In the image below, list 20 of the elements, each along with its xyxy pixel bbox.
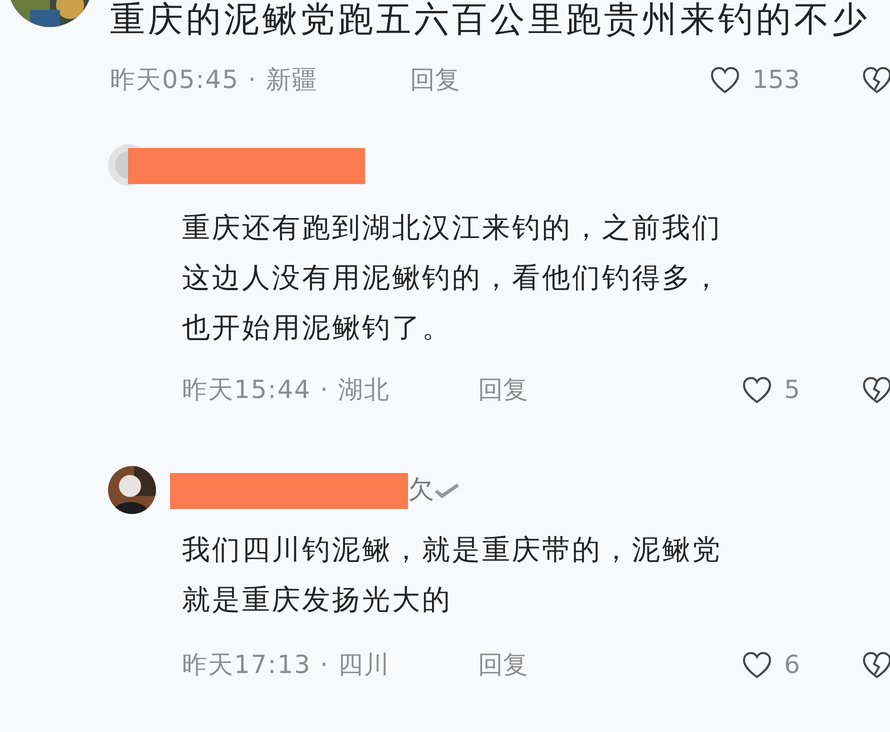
dislike-icon[interactable]	[862, 650, 890, 680]
username: 欠	[408, 474, 434, 507]
dislike-icon[interactable]	[862, 65, 890, 95]
like-count: 5	[784, 374, 800, 406]
reply-link[interactable]: 回复	[410, 62, 460, 98]
dislike-icon[interactable]	[862, 375, 890, 405]
comment-text: 重庆的泥鳅党跑五六百公里跑贵州来钓的不少	[110, 0, 870, 40]
comment-meta: 昨天15:44 · 湖北	[182, 374, 391, 406]
like-count: 6	[784, 649, 800, 681]
comment-meta: 昨天05:45 · 新疆	[110, 64, 319, 96]
reply-text: 我们四川钓泥鳅，就是重庆带的，泥鳅党 就是重庆发扬光大的	[181, 532, 723, 618]
reply-link[interactable]: 回复	[478, 372, 528, 408]
heart-icon[interactable]	[742, 376, 772, 404]
reply-link[interactable]: 回复	[478, 647, 528, 683]
like-count: 153	[752, 64, 800, 96]
reply-text: 重庆还有跑到湖北汉江来钓的，之前我们 这边人没有用泥鳅钓的，看他们钓得多， 也开始用泥鳅钓了。	[181, 210, 723, 346]
avatar	[108, 466, 156, 514]
heart-icon[interactable]	[742, 651, 772, 679]
comment-meta: 昨天17:13 · 四川	[182, 649, 391, 681]
heart-icon[interactable]	[710, 66, 740, 94]
